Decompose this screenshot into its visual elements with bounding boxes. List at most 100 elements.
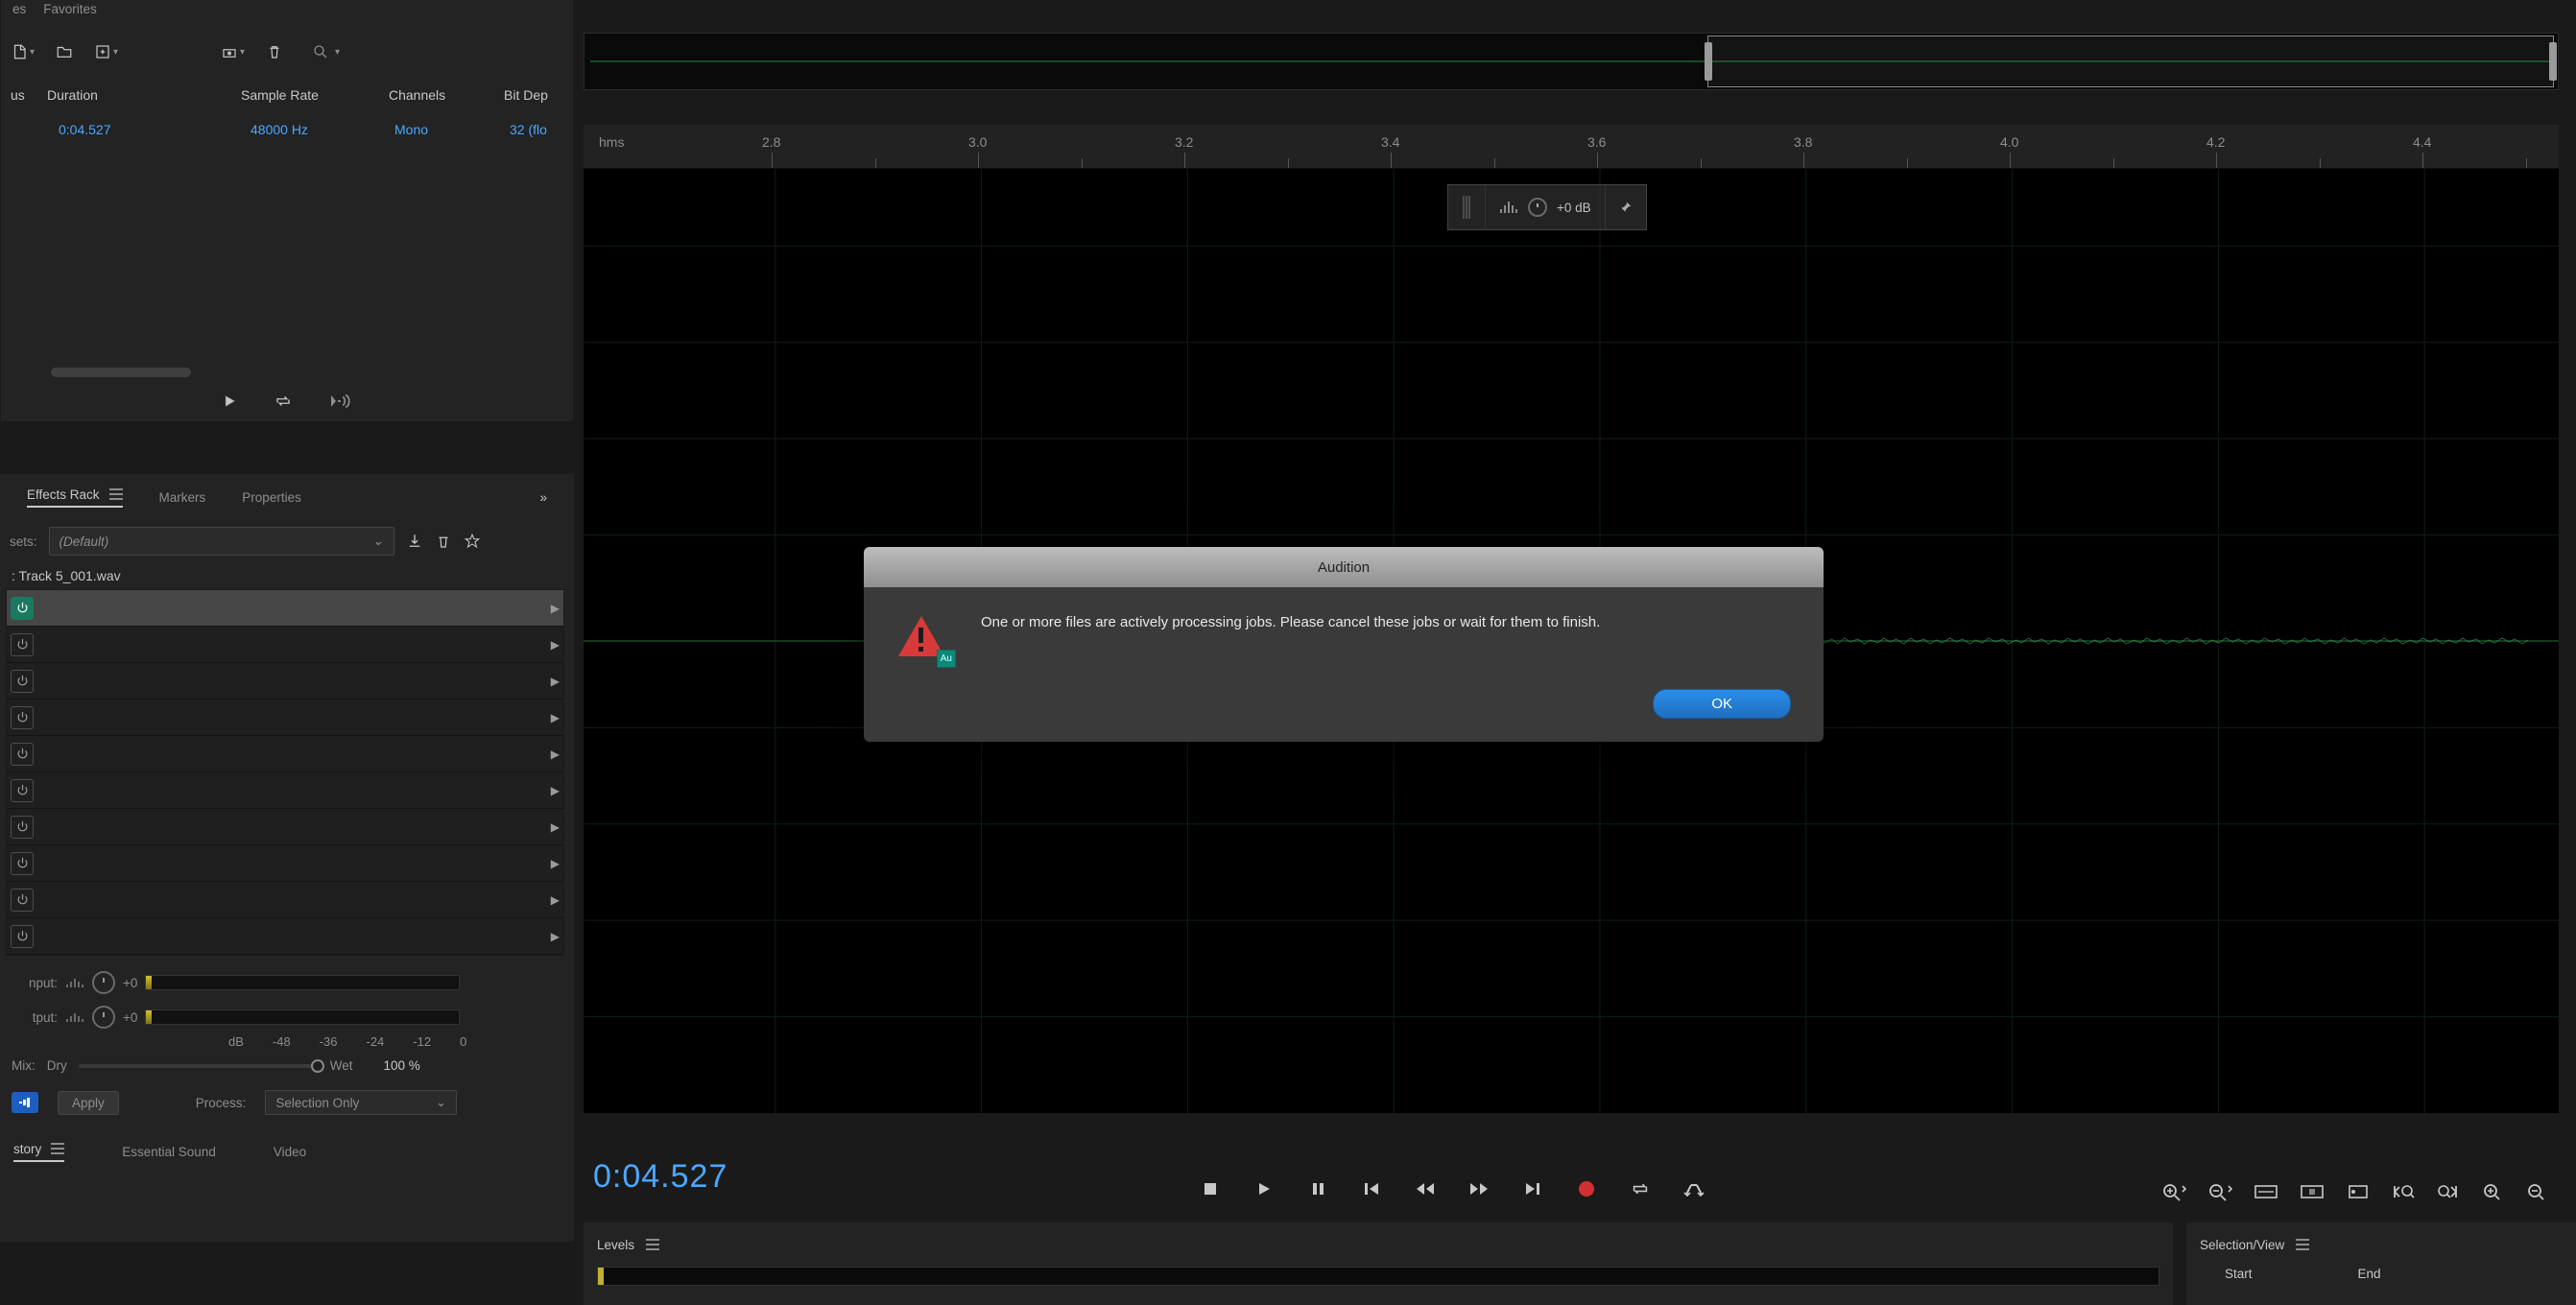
tab-markers[interactable]: Markers [159,490,206,505]
file-row[interactable]: 0:04.527 48000 Hz Mono 32 (flo [1,114,573,145]
warning-icon: Au [896,612,952,664]
fx-track-label: : Track 5_001.wav [0,562,574,589]
dialog-message: One or more files are actively processin… [981,612,1791,634]
fx-slot-3[interactable]: ▶ [7,663,563,700]
rewind-button[interactable] [1413,1176,1438,1201]
selview-start: Start [2225,1267,2253,1281]
tab-effects-rack[interactable]: Effects Rack [27,487,123,508]
power-toggle[interactable] [11,743,34,766]
timecode: 0:04.527 [593,1158,727,1196]
overflow-button[interactable]: » [539,490,547,505]
ruler-tick-label: 3.8 [1794,134,1812,150]
col-duration[interactable]: Duration [47,87,241,103]
fx-slot-7[interactable]: ▶ [7,809,563,845]
col-status[interactable]: us [11,87,47,103]
tab-essential-sound[interactable]: Essential Sound [122,1145,216,1159]
zoom-out-h-button[interactable] [2207,1182,2232,1201]
fx-slot-10[interactable]: ▶ [7,918,563,955]
zoom-full-button[interactable] [2254,1182,2278,1201]
hud-handle[interactable] [1448,185,1486,229]
mix-slider[interactable] [79,1064,319,1068]
fx-slot-5[interactable]: ▶ [7,736,563,772]
play-file-button[interactable] [221,392,238,410]
power-toggle[interactable] [11,889,34,912]
delete-preset-button[interactable] [435,533,452,550]
hud-knob[interactable] [1528,198,1547,217]
hamburger-icon [109,488,123,500]
import-button[interactable]: ▾ [94,43,118,60]
record-button[interactable] [1574,1176,1599,1201]
zoom-in-left-button[interactable] [2392,1182,2415,1201]
output-gain: +0 [123,1010,137,1025]
tab-history[interactable]: story [13,1142,64,1162]
fx-slot-9[interactable]: ▶ [7,882,563,918]
open-file-button[interactable] [56,43,73,60]
chevron-right-icon[interactable]: ▶ [551,602,560,615]
col-rate[interactable]: Sample Rate [241,87,389,103]
zoom-in-point-button[interactable] [2346,1182,2371,1201]
record-button-small[interactable]: ▾ [221,43,245,60]
transport [1198,1176,1706,1201]
input-meter [145,975,460,990]
power-toggle[interactable] [11,816,34,839]
process-select[interactable]: Selection Only⌄ [265,1090,457,1115]
overview[interactable] [584,33,2559,90]
file-duration: 0:04.527 [59,122,250,137]
ruler-tick-label: 4.0 [2000,134,2018,150]
files-tab-cut[interactable]: es [12,2,26,16]
skip-selection-button[interactable] [1682,1176,1706,1201]
ok-button[interactable]: OK [1653,689,1791,719]
power-toggle[interactable] [11,779,34,802]
pause-button[interactable] [1305,1176,1330,1201]
tab-video[interactable]: Video [274,1145,306,1159]
hamburger-icon[interactable] [646,1239,659,1250]
search-icon [312,43,329,60]
power-toggle[interactable] [11,852,34,875]
power-toggle[interactable] [11,670,34,693]
power-toggle[interactable] [11,925,34,948]
preset-select[interactable]: (Default)⌄ [49,527,394,556]
favorite-preset-button[interactable] [464,533,481,550]
zoom-out-v-button[interactable] [2524,1182,2547,1201]
power-toggle[interactable] [11,597,34,620]
fx-slot-2[interactable]: ▶ [7,627,563,663]
play-button[interactable] [1252,1176,1276,1201]
time-ruler[interactable]: hms 2.83.03.23.43.63.84.04.24.4 [584,125,2559,169]
zoom-in-right-button[interactable] [2436,1182,2459,1201]
loop-playback-button[interactable] [1628,1176,1653,1201]
apply-button[interactable]: Apply [58,1091,119,1115]
zoom-in-h-button[interactable] [2161,1182,2186,1201]
auto-play-button[interactable] [328,392,353,410]
hamburger-icon[interactable] [2296,1239,2309,1250]
overview-selection[interactable] [1707,36,2554,87]
zoom-selection-button[interactable] [2300,1182,2325,1201]
files-hscroll[interactable] [51,368,191,377]
go-start-button[interactable] [1359,1176,1384,1201]
input-knob[interactable] [92,971,115,994]
col-depth[interactable]: Bit Dep [504,87,581,103]
hud-pin[interactable] [1606,185,1646,229]
search-input[interactable]: ▾ [304,39,563,64]
output-knob[interactable] [92,1006,115,1029]
favorites-tab[interactable]: Favorites [43,2,97,16]
waveform-hud[interactable]: +0 dB [1447,184,1647,230]
input-gain: +0 [123,976,137,990]
power-toggle[interactable] [11,706,34,729]
go-end-button[interactable] [1520,1176,1545,1201]
loop-button[interactable] [274,392,292,410]
col-channels[interactable]: Channels [389,87,504,103]
new-file-dropdown[interactable]: ▾ [11,43,35,60]
fx-slot-6[interactable]: ▶ [7,772,563,809]
fx-slot-8[interactable]: ▶ [7,845,563,882]
fx-slot-4[interactable]: ▶ [7,700,563,736]
fx-slot-1[interactable]: ▶ [7,590,563,627]
zoom-in-v-button[interactable] [2480,1182,2503,1201]
save-preset-button[interactable] [406,533,423,550]
wet-label: Wet [330,1058,353,1073]
fastfwd-button[interactable] [1467,1176,1491,1201]
delete-button[interactable] [266,43,283,60]
power-toggle[interactable] [11,633,34,656]
power-master-toggle[interactable] [12,1092,38,1113]
stop-button[interactable] [1198,1176,1223,1201]
tab-properties[interactable]: Properties [242,490,301,505]
